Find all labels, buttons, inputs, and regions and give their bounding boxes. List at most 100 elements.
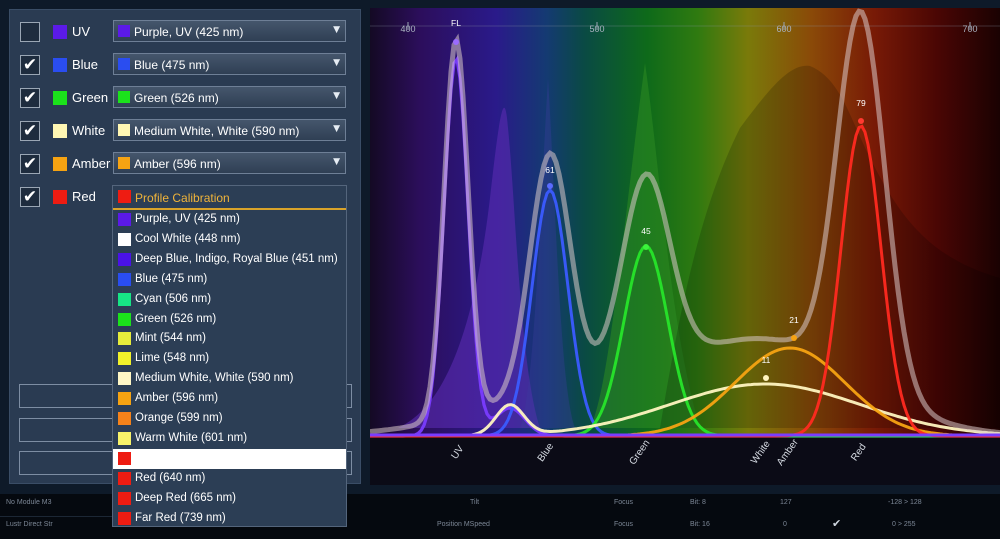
peak-marker [547, 183, 553, 189]
channel-red-swatch [53, 190, 67, 204]
channel-red-checkbox[interactable]: ✔ [20, 187, 40, 207]
channel-amber-swatch [53, 157, 67, 171]
status-text: Tilt [470, 499, 480, 506]
chevron-down-icon: ▼ [333, 25, 340, 35]
status-check-icon: ✔ [832, 517, 842, 530]
option-swatch [118, 431, 131, 445]
status-text: 0 [783, 521, 787, 528]
dropdown-option[interactable]: Cyan (506 nm) [113, 290, 346, 310]
dropdown-option[interactable]: Medium White, White (590 nm) [113, 369, 346, 389]
dropdown-option[interactable]: Green (526 nm) [113, 310, 346, 330]
channel-white-checkbox[interactable]: ✔ [20, 121, 40, 141]
status-text: No Module M3 [6, 499, 52, 506]
select-value: Green (526 nm) [134, 91, 219, 105]
select-value: Blue (475 nm) [134, 58, 210, 72]
status-text: Bit: 16 [690, 521, 710, 528]
channel-row-amber: ✔ Amber Amber (596 nm) ▼ [10, 151, 362, 177]
option-label: Deep Blue, Indigo, Royal Blue (451 nm) [135, 252, 338, 265]
chevron-down-icon: ▼ [333, 91, 340, 101]
option-swatch [118, 352, 131, 366]
channel-row-green: ✔ Green Green (526 nm) ▼ [10, 85, 362, 111]
option-swatch [118, 451, 131, 465]
option-label: Blue (475 nm) [135, 272, 208, 285]
status-text: Focus [614, 521, 634, 528]
dropdown-option[interactable]: Red (640 nm) [113, 469, 346, 489]
select-swatch [118, 124, 130, 136]
dropdown-option[interactable]: Lime (548 nm) [113, 349, 346, 369]
dropdown-option[interactable]: Deep Blue, Indigo, Royal Blue (451 nm) [113, 250, 346, 270]
dropdown-selected-item[interactable]: Profile Calibration [113, 186, 346, 210]
channel-blue-select[interactable]: Blue (475 nm) ▼ [113, 53, 346, 75]
chevron-down-icon: ▼ [333, 124, 340, 134]
dropdown-option[interactable]: Blue (475 nm) [113, 270, 346, 290]
peak-marker [453, 39, 459, 45]
status-text: Bit: 8 [690, 499, 706, 506]
option-label: Deep Red (665 nm) [135, 491, 236, 504]
axis-tick-label: 600 [776, 24, 791, 34]
dropdown-selected-label: Profile Calibration [135, 191, 230, 205]
channel-uv-swatch [53, 25, 67, 39]
spectrum-chart: 400 500 600 700 FL6145792111 UV Blue Green Whi… [370, 8, 1000, 485]
option-swatch [118, 252, 131, 266]
peak-label: 11 [762, 355, 771, 365]
dropdown-option[interactable]: Orange (599 nm) [113, 409, 346, 429]
option-label: Warm White (601 nm) [135, 431, 248, 444]
peak-marker [763, 375, 769, 381]
option-swatch [118, 332, 131, 346]
dropdown-option[interactable]: Purple, UV (425 nm) [113, 210, 346, 230]
channel-amber-checkbox[interactable]: ✔ [20, 154, 40, 174]
status-text: Position MSpeed [437, 521, 490, 528]
option-swatch [118, 511, 131, 525]
peak-label: FL [451, 18, 461, 28]
channel-amber-label: Amber [72, 156, 111, 171]
option-swatch [118, 412, 131, 425]
option-label: Lime (548 nm) [135, 352, 210, 365]
peak-label: 61 [545, 165, 555, 175]
dropdown-option[interactable] [113, 448, 346, 469]
channel-green-checkbox[interactable]: ✔ [20, 88, 40, 108]
emitter-dropdown-list[interactable]: Profile Calibration Purple, UV (425 nm) C… [112, 185, 347, 527]
peak-marker [791, 335, 797, 341]
option-label: Green (526 nm) [135, 312, 217, 325]
axis-tick-label: 700 [962, 24, 977, 34]
option-swatch [118, 491, 131, 505]
channel-green-select[interactable]: Green (526 nm) ▼ [113, 86, 346, 108]
status-text: 0 > 255 [892, 521, 916, 528]
peak-marker [643, 244, 649, 250]
status-text: -128 > 128 [888, 499, 922, 506]
channel-row-blue: ✔ Blue Blue (475 nm) ▼ [10, 52, 362, 78]
channel-blue-swatch [53, 58, 67, 72]
axis-tick-label: 500 [589, 24, 604, 34]
select-swatch [118, 157, 130, 169]
dropdown-option[interactable]: Mint (544 nm) [113, 329, 346, 349]
dropdown-option[interactable]: Far Red (739 nm) [113, 509, 346, 529]
axis-tick-label: 400 [400, 24, 415, 34]
chevron-down-icon: ▼ [333, 157, 340, 167]
option-label: Mint (544 nm) [135, 332, 206, 345]
channel-row-white: ✔ White Medium White, White (590 nm) ▼ [10, 118, 362, 144]
option-swatch [118, 312, 131, 326]
channel-blue-checkbox[interactable]: ✔ [20, 55, 40, 75]
option-label: Medium White, White (590 nm) [135, 372, 294, 385]
option-swatch [118, 272, 131, 286]
dropdown-option[interactable]: Cool White (448 nm) [113, 230, 346, 250]
select-swatch [118, 25, 130, 37]
option-swatch [118, 213, 131, 226]
select-value: Medium White, White (590 nm) [134, 124, 300, 138]
option-label: Far Red (739 nm) [135, 511, 226, 524]
label-strip [370, 436, 1000, 485]
channel-uv-checkbox[interactable] [20, 22, 40, 42]
channel-amber-select[interactable]: Amber (596 nm) ▼ [113, 152, 346, 174]
dropdown-option[interactable]: Deep Red (665 nm) [113, 489, 346, 509]
channel-blue-label: Blue [72, 57, 99, 72]
dropdown-option[interactable]: Warm White (601 nm) [113, 429, 346, 449]
option-label: Purple, UV (425 nm) [135, 213, 240, 225]
channel-green-swatch [53, 91, 67, 105]
select-swatch [118, 58, 130, 70]
channel-white-select[interactable]: Medium White, White (590 nm) ▼ [113, 119, 346, 141]
peak-marker [858, 118, 864, 124]
option-label: Orange (599 nm) [135, 412, 223, 424]
option-swatch [118, 190, 131, 203]
channel-uv-select[interactable]: Purple, UV (425 nm) ▼ [113, 20, 346, 42]
dropdown-option[interactable]: Amber (596 nm) [113, 389, 346, 409]
